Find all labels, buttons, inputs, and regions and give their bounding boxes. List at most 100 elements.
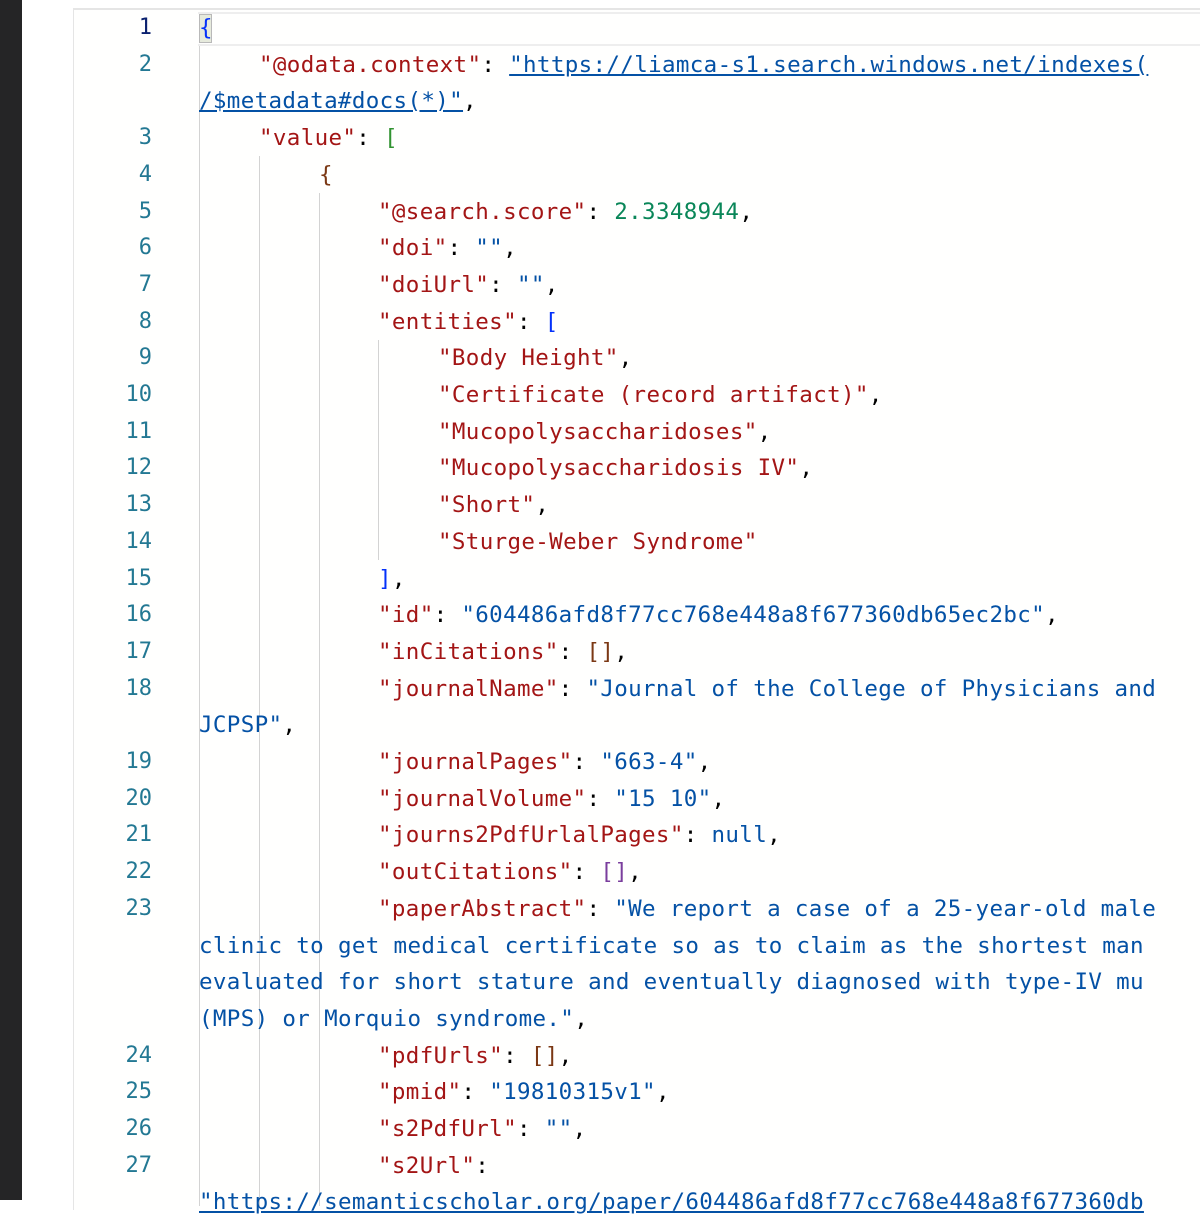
- json-key: "pdfUrls": [378, 1042, 504, 1069]
- code-line-18[interactable]: 18 "journalName": "Journal of the Colleg…: [74, 671, 1200, 708]
- line-number: 21: [125, 822, 153, 848]
- json-key: "journalName": [378, 675, 559, 702]
- line-number: 14: [125, 528, 153, 554]
- open-brace: {: [319, 161, 333, 188]
- line-number: 11: [125, 418, 153, 444]
- code-line-1[interactable]: 1 {: [74, 10, 1200, 47]
- line-number: 1: [138, 15, 152, 40]
- line-number: 25: [125, 1079, 153, 1105]
- code-line-9[interactable]: 9 "Body Height",: [74, 340, 1200, 377]
- code-line-8[interactable]: 8 "entities": [: [74, 304, 1200, 341]
- json-string: "Journal of the College of Physicians an…: [586, 675, 1157, 702]
- json-key: "id": [378, 602, 434, 629]
- entity-item: "Short": [438, 492, 536, 519]
- code-line-3[interactable]: 3 "value": [: [74, 120, 1200, 157]
- json-key: "inCitations": [378, 638, 559, 665]
- code-line-20[interactable]: 20 "journalVolume": "15 10",: [74, 781, 1200, 818]
- line-number: 6: [138, 235, 152, 261]
- line-number: 24: [125, 1042, 153, 1068]
- json-string: "": [544, 1116, 573, 1142]
- code-line-26[interactable]: 26 "s2PdfUrl": "",: [74, 1111, 1200, 1148]
- code-line-12[interactable]: 12 "Mucopolysaccharidosis IV",: [74, 450, 1200, 487]
- code-line-23-wrap[interactable]: (MPS) or Morquio syndrome.",: [74, 1001, 1200, 1038]
- json-editor[interactable]: 1 { 2 "@odata.context": "https://liamca-…: [73, 8, 1200, 1215]
- sidebar-edge: [0, 0, 22, 1200]
- code-line-6[interactable]: 6 "doi": "",: [74, 230, 1200, 267]
- code-line-19[interactable]: 19 "journalPages": "663-4",: [74, 744, 1200, 781]
- json-number: 2.3348944: [614, 198, 740, 225]
- line-number: 10: [125, 382, 153, 407]
- entity-item: "Sturge-Weber Syndrome": [438, 528, 758, 555]
- open-brace: {: [199, 15, 213, 41]
- json-key: "@search.score": [378, 198, 587, 225]
- odata-context-link[interactable]: "https://liamca-s1.search.windows.net/in…: [509, 52, 1148, 78]
- entity-item: "Certificate (record artifact)": [438, 382, 869, 408]
- line-number: 4: [138, 161, 152, 187]
- code-line-2[interactable]: 2 "@odata.context": "https://liamca-s1.s…: [74, 47, 1200, 84]
- code-line-14[interactable]: 14 "Sturge-Weber Syndrome": [74, 524, 1200, 561]
- json-key: "@odata.context": [259, 51, 482, 78]
- entity-item: "Mucopolysaccharidosis IV": [438, 455, 800, 482]
- code-line-17[interactable]: 17 "inCitations": [],: [74, 634, 1200, 671]
- entity-item: "Body Height": [438, 345, 619, 372]
- json-null: null: [711, 822, 768, 849]
- line-number: 12: [125, 455, 153, 481]
- line-number: 5: [138, 198, 152, 224]
- json-key: "journalPages": [378, 749, 573, 775]
- json-array: []: [530, 1042, 559, 1069]
- code-line-4[interactable]: 4 {: [74, 157, 1200, 194]
- line-number: 27: [125, 1152, 153, 1178]
- code-line-21[interactable]: 21 "journs2PdfUrlalPages": null,: [74, 817, 1200, 854]
- s2-url-link[interactable]: "https://semanticscholar.org/paper/60448…: [199, 1184, 1144, 1221]
- json-key: "s2PdfUrl": [378, 1116, 517, 1142]
- code-line-11[interactable]: 11 "Mucopolysaccharidoses",: [74, 414, 1200, 451]
- line-number: 19: [125, 749, 153, 774]
- code-line-18-wrap[interactable]: JCPSP",: [74, 707, 1200, 744]
- json-key: "paperAbstract": [378, 895, 587, 922]
- json-array: []: [600, 859, 629, 886]
- line-number: 23: [125, 895, 153, 921]
- code-line-10[interactable]: 10 "Certificate (record artifact)",: [74, 377, 1200, 414]
- line-number: 3: [138, 125, 152, 151]
- line-number: 13: [125, 492, 153, 518]
- json-string: "": [475, 235, 504, 262]
- current-line-highlight: [198, 12, 1200, 46]
- code-line-27[interactable]: 27 "s2Url":: [74, 1148, 1200, 1185]
- json-key: "entities": [378, 308, 517, 335]
- json-key: "journalVolume": [378, 785, 587, 812]
- code-line-16[interactable]: 16 "id": "604486afd8f77cc768e448a8f67736…: [74, 597, 1200, 634]
- json-string: "": [516, 271, 545, 298]
- code-line-22[interactable]: 22 "outCitations": [],: [74, 854, 1200, 891]
- json-string: "19810315v1": [489, 1079, 656, 1106]
- code-line-23-wrap[interactable]: evaluated for short stature and eventual…: [74, 964, 1200, 1001]
- code-line-13[interactable]: 13 "Short",: [74, 487, 1200, 524]
- code-line-25[interactable]: 25 "pmid": "19810315v1",: [74, 1074, 1200, 1111]
- code-line-2-wrap[interactable]: /$metadata#docs(*)",: [74, 83, 1200, 120]
- json-key: "s2Url": [378, 1152, 476, 1179]
- line-number: 22: [125, 859, 153, 885]
- line-number: 16: [125, 602, 153, 628]
- code-line-7[interactable]: 7 "doiUrl": "",: [74, 267, 1200, 304]
- line-number: 2: [138, 51, 152, 77]
- code-line-23[interactable]: 23 "paperAbstract": "We report a case of…: [74, 891, 1200, 928]
- line-number: 18: [125, 675, 153, 701]
- code-line-5[interactable]: 5 "@search.score": 2.3348944,: [74, 194, 1200, 231]
- json-string: "663-4": [600, 749, 698, 775]
- json-string: "We report a case of a 25-year-old male: [614, 895, 1157, 922]
- line-number: 20: [125, 785, 153, 811]
- code-line-15[interactable]: 15 ],: [74, 561, 1200, 598]
- panel-gap: [22, 0, 74, 1200]
- line-number: 17: [125, 638, 153, 664]
- code-line-23-wrap[interactable]: clinic to get medical certificate so as …: [74, 928, 1200, 965]
- odata-context-link-cont[interactable]: /$metadata#docs(*)": [199, 88, 463, 114]
- json-key: "journs2PdfUrlalPages": [378, 822, 684, 849]
- line-number: 26: [125, 1116, 153, 1141]
- line-number: 15: [125, 565, 153, 591]
- line-number: 7: [138, 271, 152, 297]
- json-array: []: [586, 638, 615, 665]
- code-line-27-wrap[interactable]: "https://semanticscholar.org/paper/60448…: [74, 1184, 1200, 1221]
- entity-item: "Mucopolysaccharidoses": [438, 418, 758, 445]
- code-line-24[interactable]: 24 "pdfUrls": [],: [74, 1038, 1200, 1075]
- json-key: "doi": [378, 235, 448, 262]
- line-number: 8: [138, 308, 152, 334]
